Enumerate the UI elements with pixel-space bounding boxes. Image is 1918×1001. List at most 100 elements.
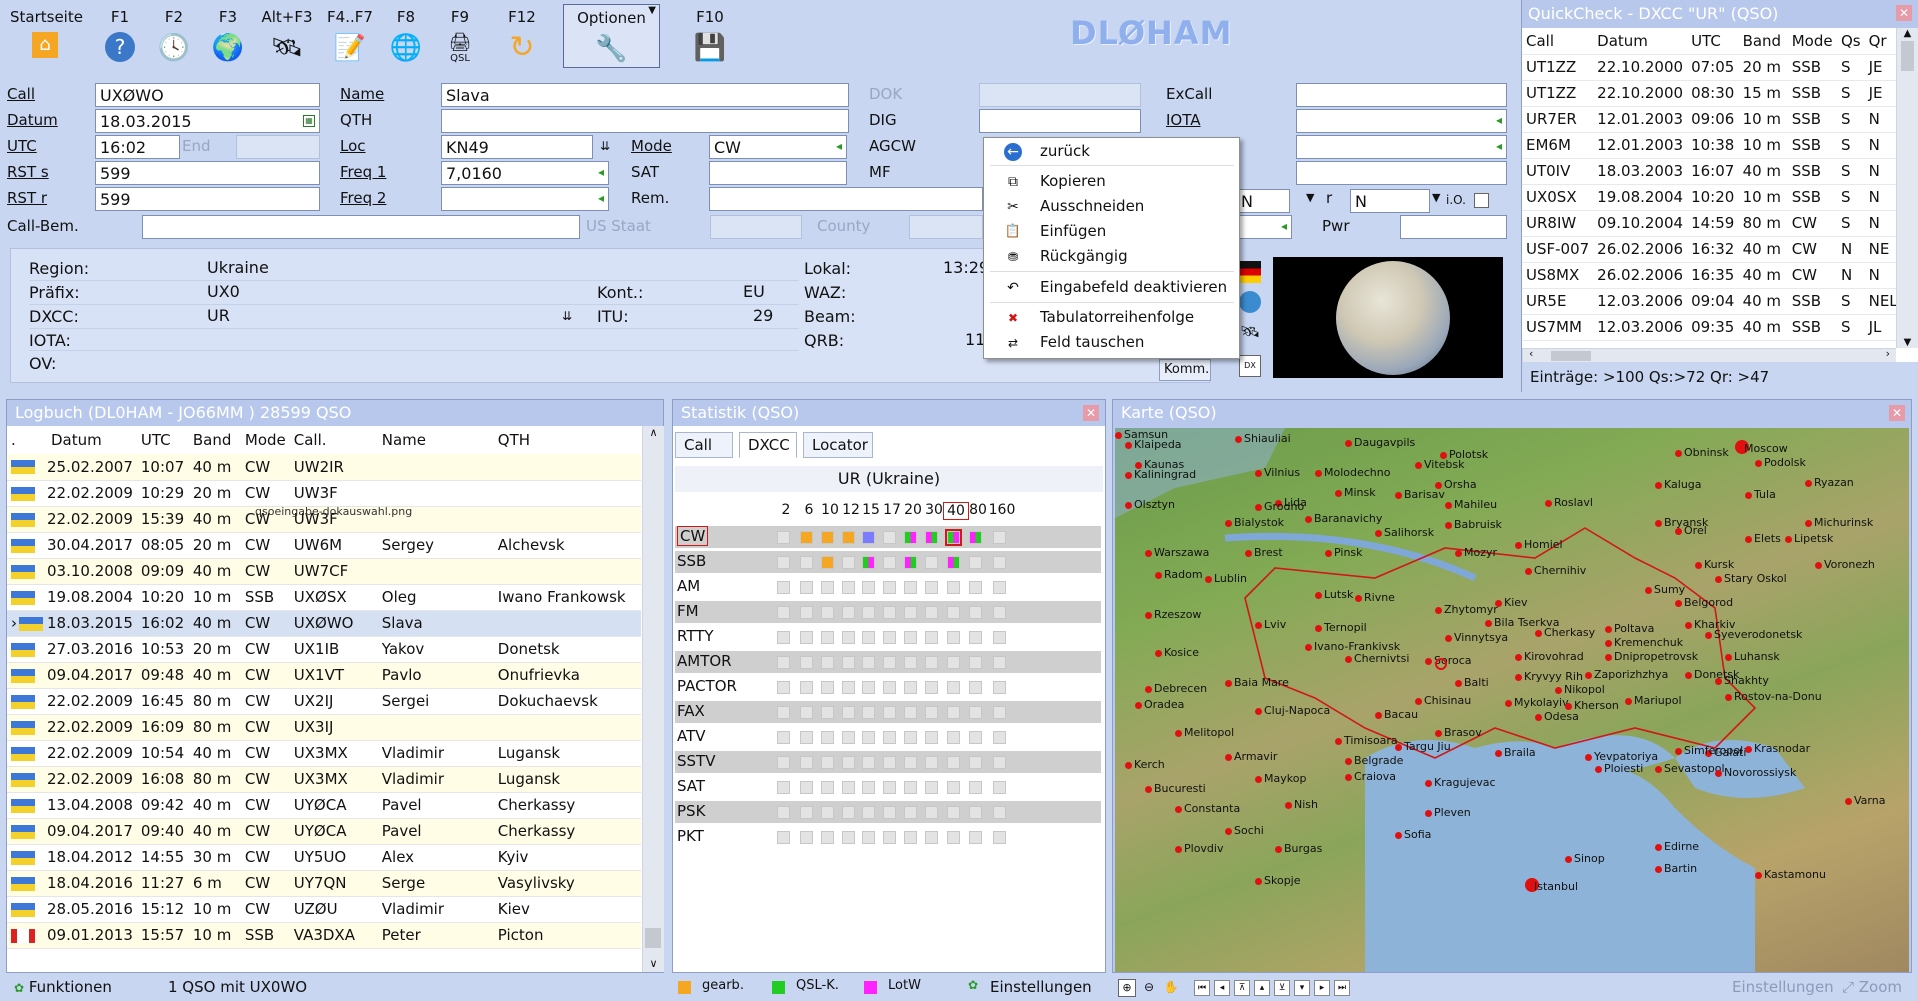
mode-band-cell[interactable]	[800, 581, 813, 594]
mode-band-cell[interactable]	[883, 531, 896, 544]
satellite-small-icon[interactable]: 🛰	[1239, 321, 1261, 343]
mode-band-cell[interactable]	[925, 706, 938, 719]
mode-band-cell[interactable]	[904, 581, 917, 594]
mode-band-cell[interactable]	[842, 631, 855, 644]
mode-band-cell[interactable]	[862, 831, 875, 844]
menu-item-tabulatorreihenfolge[interactable]: ✖ Tabulatorreihenfolge	[984, 306, 1239, 330]
logbuch-vscroll[interactable]: ∧ ∨	[642, 426, 664, 972]
mode-band-cell[interactable]	[821, 581, 834, 594]
mode-band-cell[interactable]	[969, 531, 982, 544]
qth-field[interactable]	[441, 109, 849, 133]
mode-band-cell[interactable]	[947, 706, 960, 719]
zoom-out-icon[interactable]: ⊖	[1140, 979, 1158, 997]
flag-icon[interactable]	[1239, 261, 1261, 283]
mode-band-cell[interactable]	[883, 681, 896, 694]
qc-table-row[interactable]: UR5E 12.03.2006 09:04 40 m SSB S NEL	[1522, 288, 1902, 315]
mode-band-cell[interactable]	[947, 831, 960, 844]
mode-band-cell[interactable]	[842, 656, 855, 669]
mode-band-cell[interactable]	[842, 556, 855, 569]
log-table-row[interactable]: 19.08.2004 10:20 10 m SSB UXØSX Oleg Iwano Fra…	[7, 584, 641, 611]
mode-select[interactable]: CW	[709, 135, 847, 159]
mode-band-cell[interactable]	[777, 756, 790, 769]
mode-band-cell[interactable]	[969, 656, 982, 669]
log-table-row[interactable]: 13.04.2008 09:42 40 m CW UYØCA Pavel Cherkassy	[7, 792, 641, 819]
mode-band-cell[interactable]	[883, 706, 896, 719]
menu-item-einfuegen[interactable]: 📋 Einfügen	[984, 220, 1239, 244]
mode-band-cell[interactable]	[883, 731, 896, 744]
mode-band-cell[interactable]	[969, 681, 982, 694]
startseite-button[interactable]: Startseite ⌂	[10, 8, 83, 58]
locator-lookup-icon[interactable]: ⇊	[600, 139, 610, 153]
karte-close-icon[interactable]: ✕	[1889, 405, 1905, 421]
log-table-row[interactable]: 22.02.2009 16:45 80 m CW UX2IJ Sergei Dokuchae…	[7, 688, 641, 715]
mode-band-cell[interactable]	[800, 531, 813, 544]
mode-band-cell[interactable]	[925, 606, 938, 619]
extra-select[interactable]	[1236, 215, 1292, 239]
call-bem-field[interactable]	[142, 215, 580, 239]
mode-band-cell[interactable]	[800, 781, 813, 794]
log-col-utc[interactable]: UTC	[137, 426, 189, 454]
mode-band-cell[interactable]	[821, 556, 834, 569]
n2-dropdown-icon[interactable]: ▼	[1432, 191, 1440, 204]
mode-band-cell[interactable]	[904, 681, 917, 694]
mode-band-cell[interactable]	[993, 631, 1006, 644]
mode-band-cell[interactable]	[777, 731, 790, 744]
mode-band-cell[interactable]	[842, 756, 855, 769]
calendar-icon[interactable]: ▦	[303, 115, 315, 127]
rst-sent-field[interactable]: 599	[95, 161, 320, 185]
qc-col-utc[interactable]: UTC	[1687, 28, 1739, 55]
mode-band-cell[interactable]	[777, 681, 790, 694]
iota-field[interactable]	[1296, 109, 1507, 133]
menu-item-ausschneiden[interactable]: ✂ Ausschneiden	[984, 195, 1239, 219]
mode-band-cell[interactable]	[925, 681, 938, 694]
log-table-row[interactable]: 09.04.2017 09:40 40 m CW UYØCA Pavel Cherkassy	[7, 818, 641, 845]
mode-band-cell[interactable]	[969, 781, 982, 794]
map-nav-button-icon[interactable]: ⊼	[1234, 980, 1250, 996]
qc-table-row[interactable]: UR8IW 09.10.2004 14:59 80 m CW S N	[1522, 210, 1902, 237]
mode-band-cell[interactable]	[821, 806, 834, 819]
mode-band-cell[interactable]	[800, 731, 813, 744]
mode-band-cell[interactable]	[883, 831, 896, 844]
mode-band-cell[interactable]	[904, 656, 917, 669]
qc-table-row[interactable]: USF-007 26.02.2006 16:32 40 m CW N NE	[1522, 236, 1902, 263]
qc-table-row[interactable]: UT1ZZ 22.10.2000 08:30 15 m SSB S JE	[1522, 80, 1902, 107]
mode-band-cell[interactable]	[821, 606, 834, 619]
f2-button[interactable]: F2 🕓	[152, 8, 196, 64]
mode-band-cell[interactable]	[842, 781, 855, 794]
map-nav-button-icon[interactable]: ⊻	[1274, 980, 1290, 996]
mode-band-cell[interactable]	[821, 681, 834, 694]
f9-button[interactable]: F9 🖨 QSL	[438, 8, 482, 64]
mode-band-cell[interactable]	[862, 556, 875, 569]
mode-band-cell[interactable]	[862, 706, 875, 719]
mode-band-cell[interactable]	[800, 706, 813, 719]
end-field[interactable]	[236, 135, 320, 159]
qc-table-row[interactable]: EM6M 12.01.2003 10:38 10 m SSB S N	[1522, 132, 1902, 159]
mode-band-cell[interactable]	[842, 806, 855, 819]
mode-band-cell[interactable]	[777, 606, 790, 619]
funktionen-icon[interactable]: ✿	[14, 981, 24, 995]
qc-col-band[interactable]: Band	[1738, 28, 1788, 55]
mode-band-cell[interactable]	[862, 581, 875, 594]
mode-band-cell[interactable]	[800, 631, 813, 644]
mode-band-cell[interactable]	[862, 656, 875, 669]
f10-button[interactable]: F10 💾	[688, 8, 732, 64]
mode-band-cell[interactable]	[904, 781, 917, 794]
pan-hand-icon[interactable]: ✋	[1162, 979, 1180, 997]
mode-band-cell[interactable]	[862, 631, 875, 644]
datum-field[interactable]: 18.03.2015 ▦	[95, 109, 320, 133]
mode-band-cell[interactable]	[821, 706, 834, 719]
qc-table-row[interactable]: UR7ER 12.01.2003 09:06 10 m SSB S N	[1522, 106, 1902, 133]
mode-band-cell[interactable]	[925, 531, 938, 544]
mode-band-cell[interactable]	[842, 531, 855, 544]
log-table-row[interactable]: 27.03.2016 10:53 20 m CW UX1IB Yakov Donetsk	[7, 636, 641, 663]
utc-field[interactable]: 16:02	[95, 135, 180, 159]
call-field[interactable]: UXØWO	[95, 83, 320, 107]
qc-table-row[interactable]: US8MX 26.02.2006 16:35 40 m CW N N	[1522, 262, 1902, 289]
mode-band-cell[interactable]	[842, 681, 855, 694]
tab-call[interactable]: Call	[675, 432, 733, 458]
settings-icon[interactable]: ✿	[968, 978, 978, 992]
us-staat-field[interactable]	[710, 215, 802, 239]
mode-band-cell[interactable]	[947, 681, 960, 694]
map-nav-button-icon[interactable]: ◂	[1214, 980, 1230, 996]
mode-band-cell[interactable]	[883, 756, 896, 769]
